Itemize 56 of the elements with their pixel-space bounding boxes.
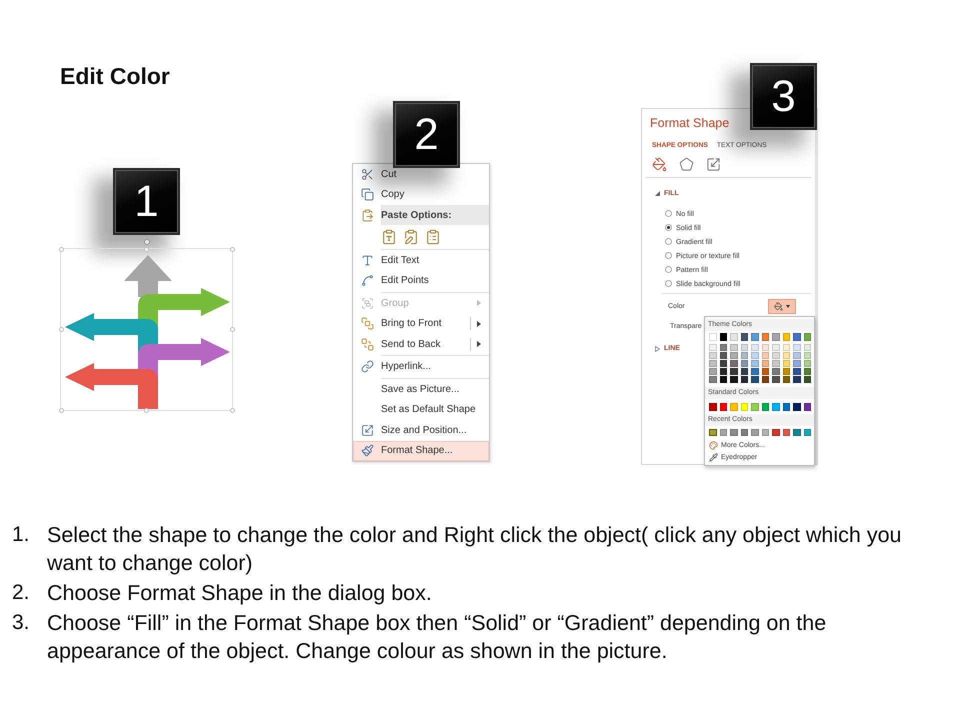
menu-item[interactable]: Edit Points <box>353 270 489 291</box>
pentagon-icon[interactable] <box>679 157 694 172</box>
color-swatch[interactable] <box>709 428 716 436</box>
menu-item[interactable]: Send to Back <box>353 334 489 354</box>
menu-item[interactable]: Bring to Front <box>353 314 489 334</box>
clipboard-pen-icon[interactable] <box>402 228 418 244</box>
send-back-icon <box>360 338 374 351</box>
resize-handle-icon[interactable] <box>58 246 64 252</box>
menu-item[interactable]: Set as Default Shape <box>353 400 489 420</box>
menu-item[interactable]: Edit Text <box>353 250 489 270</box>
fill-color-button[interactable] <box>768 299 796 314</box>
left-bent-arrow[interactable] <box>65 363 158 409</box>
menu-item[interactable]: Save as Picture... <box>353 379 489 400</box>
bring-front-icon <box>360 317 374 330</box>
resize-icon <box>360 424 374 437</box>
menu-item[interactable]: Format Shape... <box>353 440 489 461</box>
clipboard-text-icon[interactable] <box>380 228 396 244</box>
list-number: 2. <box>12 580 31 606</box>
resize-icon[interactable] <box>706 157 721 172</box>
caret-icon <box>786 305 790 308</box>
paint-bucket-icon <box>774 302 783 311</box>
page-title: Edit Color <box>60 64 171 88</box>
text-icon <box>360 254 374 267</box>
instruction-text: Choose Format Shape in the dialog box. <box>47 580 433 607</box>
link-icon <box>360 360 374 374</box>
instruction-text: Select the shape to change the color and Right click the object( click any object which you want to change color) <box>47 522 903 577</box>
scissors-icon <box>360 168 374 181</box>
rotate-handle-icon[interactable] <box>144 239 150 245</box>
palette-icon <box>709 440 718 450</box>
resize-handle-icon[interactable] <box>58 327 64 332</box>
step-badge: 2 <box>393 101 460 168</box>
resize-handle-icon[interactable] <box>58 408 64 412</box>
clipboard-list-icon[interactable] <box>424 228 440 244</box>
copy-icon <box>360 188 374 202</box>
menu-item[interactable]: Size and Position... <box>353 420 489 440</box>
menu-item[interactable]: Hyperlink... <box>353 356 489 377</box>
clipboard-icon <box>360 208 374 222</box>
eyedropper-icon <box>709 452 718 462</box>
instruction-text: Choose “Fill” in the Format Shape box then “Solid” or “Gradient” depending on the appearance of the object. Change colour as shown in the picture. <box>47 610 828 665</box>
brush-icon <box>360 444 374 458</box>
menu-item[interactable]: Copy <box>353 184 489 205</box>
resize-handle-icon[interactable] <box>230 408 234 412</box>
curve-points-icon <box>360 274 374 288</box>
resize-handle-icon[interactable] <box>144 408 149 412</box>
panel-title: Format Shape <box>650 115 730 132</box>
list-number: 3. <box>12 610 31 636</box>
resize-handle-icon[interactable] <box>230 246 234 252</box>
up-arrow[interactable] <box>124 255 172 297</box>
paste-options-label: Paste Options: <box>381 205 489 225</box>
resize-handle-icon[interactable] <box>144 246 149 252</box>
list-number: 1. <box>12 522 31 548</box>
paint-bucket-icon[interactable] <box>652 157 667 172</box>
step-badge: 3 <box>750 63 817 130</box>
step-badge: 1 <box>113 168 180 235</box>
group-icon <box>360 296 374 310</box>
resize-handle-icon[interactable] <box>230 327 234 332</box>
